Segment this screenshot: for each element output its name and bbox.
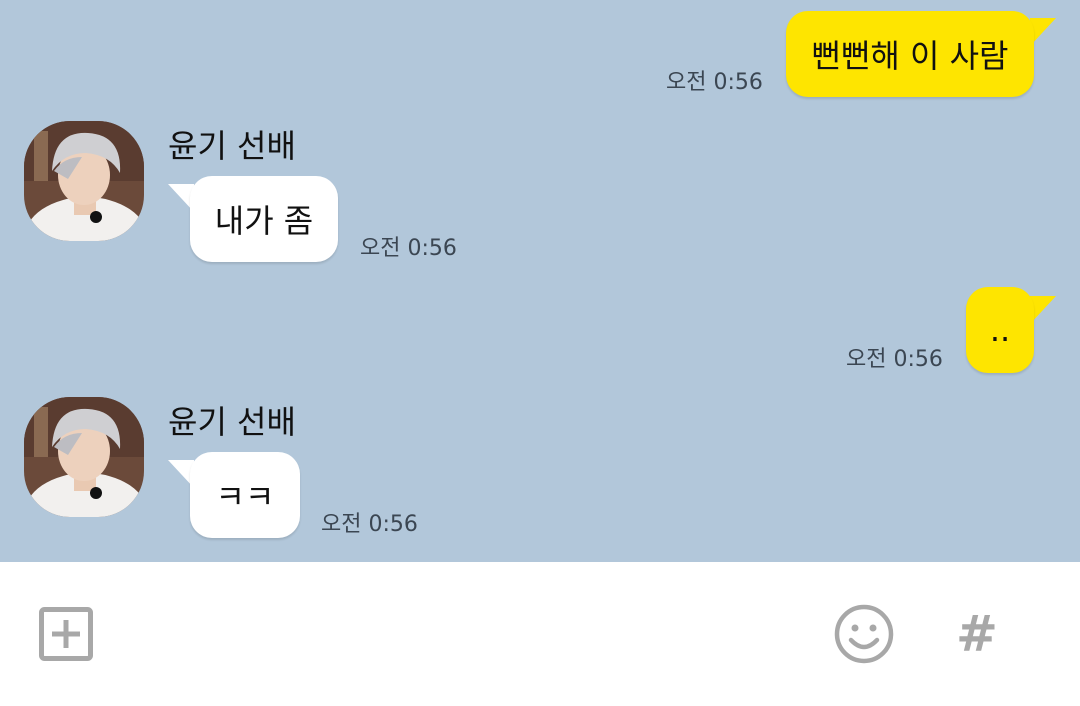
message-text: 내가 좀 xyxy=(214,202,314,240)
message-time: 오전 0:56 xyxy=(360,236,457,261)
smiley-icon[interactable] xyxy=(834,604,894,668)
message-time: 오전 0:56 xyxy=(321,512,418,537)
message-text: .. xyxy=(989,311,1011,349)
profile-photo xyxy=(24,121,144,241)
message-time: 오전 0:56 xyxy=(846,347,943,372)
message-bubble-other[interactable]: 내가 좀 xyxy=(190,176,338,262)
chat-area[interactable]: 뻔뻔해 이 사람 오전 0:56 윤기 선배 내가 좀 오전 0:56 .. 오… xyxy=(0,0,1080,562)
hashtag-label: # xyxy=(956,605,998,663)
profile-photo xyxy=(24,397,144,517)
sender-name: 윤기 선배 xyxy=(168,127,296,165)
message-text: 뻔뻔해 이 사람 xyxy=(811,37,1009,75)
message-time: 오전 0:56 xyxy=(666,70,763,95)
hashtag-icon[interactable]: # xyxy=(956,606,998,662)
avatar[interactable] xyxy=(24,397,144,517)
message-bubble-mine[interactable]: .. xyxy=(966,287,1034,373)
message-bubble-mine[interactable]: 뻔뻔해 이 사람 xyxy=(786,11,1034,97)
message-bubble-other[interactable]: ㅋㅋ xyxy=(190,452,300,538)
message-text: ㅋㅋ xyxy=(215,478,275,516)
plus-square-icon[interactable] xyxy=(39,607,93,665)
sender-name: 윤기 선배 xyxy=(168,403,296,441)
avatar[interactable] xyxy=(24,121,144,241)
message-input-bar[interactable]: # xyxy=(0,562,1080,706)
